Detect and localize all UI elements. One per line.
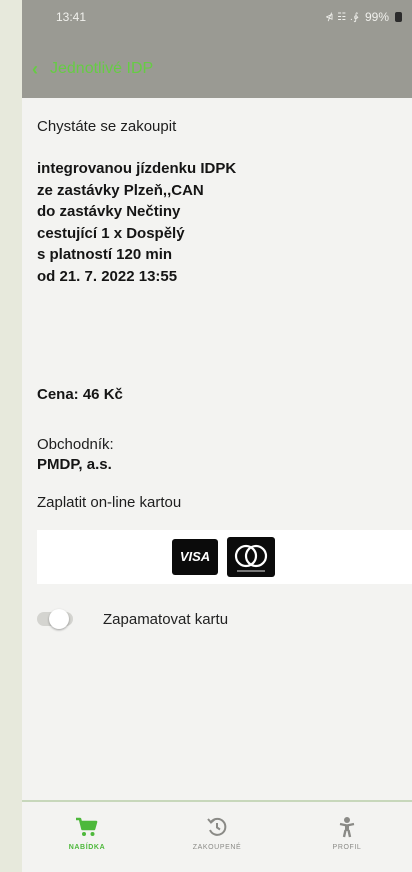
nav-item-offer[interactable]: NABÍDKA (22, 802, 152, 872)
merchant-label: Obchodník: (37, 436, 114, 453)
cart-icon (74, 816, 100, 838)
ticket-line-to: do zastávky Nečtiny (37, 203, 181, 221)
page-title: Jednotlivé IDP (50, 60, 154, 77)
price: Cena: 46 Kč (37, 386, 123, 403)
person-icon (337, 816, 357, 838)
history-icon (205, 816, 229, 838)
nav-item-purchased[interactable]: ZAKOUPENÉ (152, 802, 282, 872)
nav-label-offer: NABÍDKA (68, 844, 106, 851)
nav-item-profile[interactable]: PROFIL (282, 802, 412, 872)
ticket-line-type: integrovanou jízdenku IDPK (37, 160, 237, 177)
remember-card-label: Zapamatovat kartu (103, 610, 229, 628)
card-payment-button[interactable]: VISA (37, 530, 412, 584)
remember-card-toggle[interactable] (37, 609, 73, 629)
ticket-line-start: od 21. 7. 2022 13:55 (37, 267, 178, 285)
mastercard-logo-icon (227, 537, 275, 577)
ticket-line-validity: s platností 120 min (37, 246, 173, 264)
merchant-name: PMDP, a.s. (37, 456, 112, 473)
phone-screen: 13:41 ⋪ ☷ .∳ 99% ‹ Jednotlivé IDP Chystá… (22, 0, 412, 872)
battery-icon (395, 12, 402, 22)
battery-percent: 99% (364, 10, 389, 24)
toggle-knob (49, 609, 69, 629)
visa-logo-icon: VISA (172, 539, 218, 575)
app-bar: ‹ Jednotlivé IDP (22, 40, 412, 98)
status-indicators: ⋪ ☷ .∳ 99% (325, 10, 402, 24)
status-bar: 13:41 ⋪ ☷ .∳ 99% (22, 0, 412, 40)
ticket-line-passenger: cestující 1 x Dospělý (37, 224, 185, 242)
ticket-details: integrovanou jízdenku IDPK ze zastávky P… (37, 158, 236, 288)
status-time: 13:41 (56, 10, 87, 24)
purchase-intro: Chystáte se zakoupit (37, 118, 177, 135)
pay-online-label: Zaplatit on-line kartou (37, 494, 182, 511)
bottom-navigation: NABÍDKA ZAKOUPENÉ PROFIL (22, 800, 412, 872)
purchase-summary: Chystáte se zakoupit integrovanou jízden… (22, 98, 412, 798)
nav-label-profile: PROFIL (332, 844, 362, 851)
nav-label-purchased: ZAKOUPENÉ (192, 844, 242, 851)
remember-card-row: Zapamatovat kartu (37, 604, 228, 634)
network-icon: ⋪ ☷ .∳ (325, 11, 359, 23)
back-icon[interactable]: ‹ (32, 59, 46, 80)
ticket-line-from: ze zastávky Plzeň,,CAN (37, 181, 204, 199)
